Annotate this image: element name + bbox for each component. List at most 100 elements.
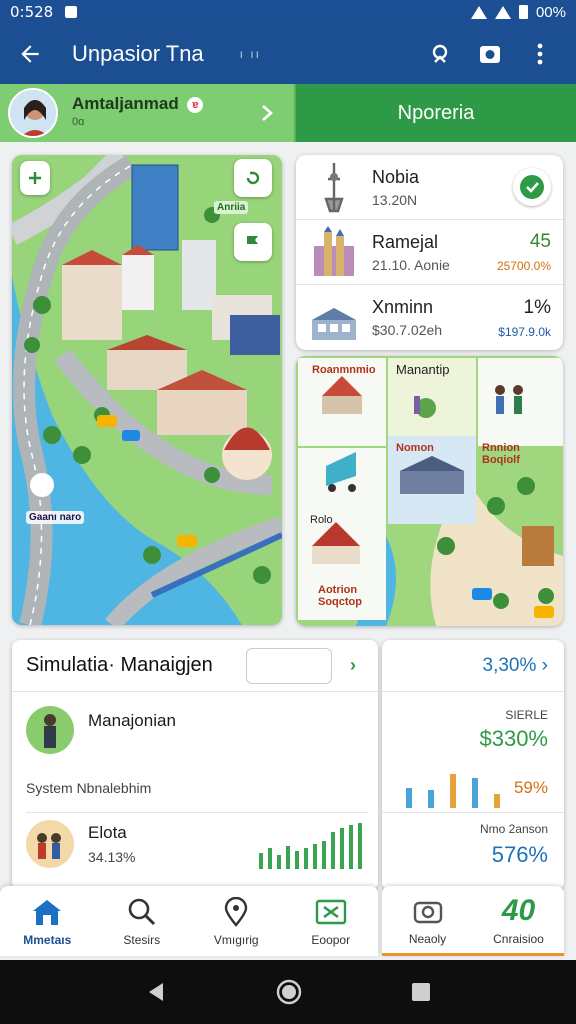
list-item[interactable]: Elota 34.13%: [26, 812, 368, 874]
trend-bar: [340, 827, 344, 869]
system-recents-icon[interactable]: [411, 982, 431, 1002]
trend-bar: [277, 854, 281, 869]
nav-label: Mmetaıs: [23, 933, 72, 947]
metric-bar: [406, 788, 412, 808]
report-icon: [315, 899, 346, 925]
trend-bar: [313, 843, 317, 869]
bottom-navigation: Mmetaıs Stesirs Vmıgırig Eoopor Neaoly 4…: [0, 886, 576, 956]
metric-bar: [428, 790, 434, 808]
back-button[interactable]: [0, 24, 60, 84]
camera-button[interactable]: [468, 32, 512, 76]
divider: [382, 812, 564, 813]
stat-value: 1%: [523, 296, 551, 318]
battery-level: 00%: [535, 3, 566, 21]
palette-label-6: Aotrion Soqctop: [318, 584, 362, 608]
system-navigation-bar: [0, 960, 576, 1024]
metric-label: SIERLE: [505, 708, 548, 722]
stat-sub: 21.10. Aonie: [372, 256, 450, 273]
profile-name: Amtaljanmad: [72, 94, 179, 113]
check-button[interactable]: [513, 168, 551, 206]
city-map[interactable]: Anriia Gaanı naro: [12, 155, 282, 625]
metrics-link[interactable]: 3,30% ›: [382, 640, 564, 692]
alert-badge: ɐ: [187, 96, 204, 113]
camera-outline-icon: [413, 901, 442, 923]
nav-creation[interactable]: 40 Cnraisioo: [473, 886, 564, 953]
metric-bar: [494, 794, 500, 808]
palette-label-3: Nomon: [396, 442, 434, 454]
tower-icon: [324, 163, 344, 213]
palette-item-citizens[interactable]: [478, 358, 563, 446]
trend-bar: [304, 847, 308, 869]
signal-icon: [494, 5, 511, 19]
palette-label-1: Roanmnmio: [312, 364, 376, 376]
metric-value: $330%: [479, 726, 548, 751]
trend-bar-chart: [259, 819, 362, 869]
more-options-button[interactable]: [518, 32, 562, 76]
nav-label: Eoopor: [311, 933, 351, 947]
palette-label-4: Rnnion Boqiolf: [482, 442, 520, 466]
map-label-landmark: Gaanı naro: [26, 511, 85, 524]
nav-home[interactable]: Mmetaıs: [0, 886, 95, 956]
map-rotate-button[interactable]: [234, 159, 272, 197]
simulation-go-button[interactable]: ›: [338, 655, 368, 676]
nav-explore[interactable]: Vmıgırig: [189, 886, 284, 956]
trend-bar: [286, 845, 290, 869]
metric-bar: [450, 774, 456, 808]
metric-bar-chart: [406, 766, 500, 808]
system-back-icon[interactable]: [145, 981, 167, 1003]
section-title: System Nbnalebhim: [26, 780, 152, 796]
metric-label: Nmo 2anson: [479, 822, 548, 836]
citizens-icon: [26, 819, 74, 868]
city-stats-list: Nobia 13.20N Ramejal 21.10. Aonie 45 257…: [296, 155, 563, 350]
nav-search[interactable]: Stesirs: [95, 886, 190, 956]
nav-label: Neaoly: [408, 931, 447, 946]
system-home-icon[interactable]: [276, 979, 302, 1005]
metric-value: 576%: [491, 842, 548, 867]
trend-bar: [259, 852, 263, 869]
map-layers-button[interactable]: [234, 223, 272, 261]
stat-name: Ramejal: [372, 231, 439, 252]
nav-label: Vmıgırig: [213, 933, 259, 947]
stat-name: Xnminn: [372, 297, 434, 317]
flag-icon: [247, 235, 258, 249]
castle-icon: [314, 226, 354, 276]
list-item[interactable]: Ramejal 21.10. Aonie 45 25700.0%: [296, 220, 563, 285]
nav-label: Stesirs: [123, 933, 161, 947]
simulation-input[interactable]: [246, 647, 332, 684]
battery-icon: [518, 5, 528, 19]
back-arrow-icon: [21, 45, 39, 63]
rotate-icon: [246, 171, 260, 185]
check-circle-icon: [520, 175, 544, 199]
trend-bar: [268, 847, 272, 869]
trend-bar: [295, 850, 299, 869]
nav-label: Cnraisioo: [493, 931, 544, 946]
stat-delta: 25700.0%: [496, 259, 551, 273]
palette-label-2: Manantip: [396, 362, 450, 377]
status-bar: 0:528 00%: [0, 0, 576, 24]
list-item[interactable]: Xnminn $30.7.02eh 1% $197.9.0k: [296, 285, 563, 350]
tab-active[interactable]: Nporeria: [296, 84, 576, 142]
metric-percent: 59%: [513, 778, 548, 797]
list-item[interactable]: Nobia 13.20N: [296, 155, 563, 220]
app-title: Unpasior Tna: [72, 41, 204, 66]
location-button[interactable]: [418, 32, 462, 76]
home-icon: [33, 900, 62, 925]
simulation-item-label: Manajonian: [88, 711, 176, 730]
map-add-button[interactable]: [20, 161, 50, 195]
nav-nearby[interactable]: Neaoly: [382, 886, 473, 953]
profile-sub: 0ɑ: [72, 116, 85, 128]
nav-reports[interactable]: Eoopor: [284, 886, 379, 956]
wifi-icon: [470, 5, 487, 19]
avatar: [8, 88, 58, 138]
simulation-item-name: Elota: [88, 822, 127, 842]
stat-sub: $30.7.02eh: [372, 322, 443, 338]
tab-profile[interactable]: Amtaljanmad ɐ 0ɑ: [0, 84, 296, 142]
notification-icon: [65, 6, 78, 18]
stat-sub: 13.20N: [372, 191, 418, 208]
building-palette: Roanmnmio Manantip Nomon Rnnion Boqiolf …: [296, 356, 563, 626]
trend-bar: [322, 840, 326, 869]
tab-bar: Amtaljanmad ɐ 0ɑ Nporeria: [0, 84, 576, 142]
list-item[interactable]: Manajonian: [26, 706, 176, 754]
manager-icon: [26, 706, 74, 754]
office-building-icon: [312, 307, 356, 340]
